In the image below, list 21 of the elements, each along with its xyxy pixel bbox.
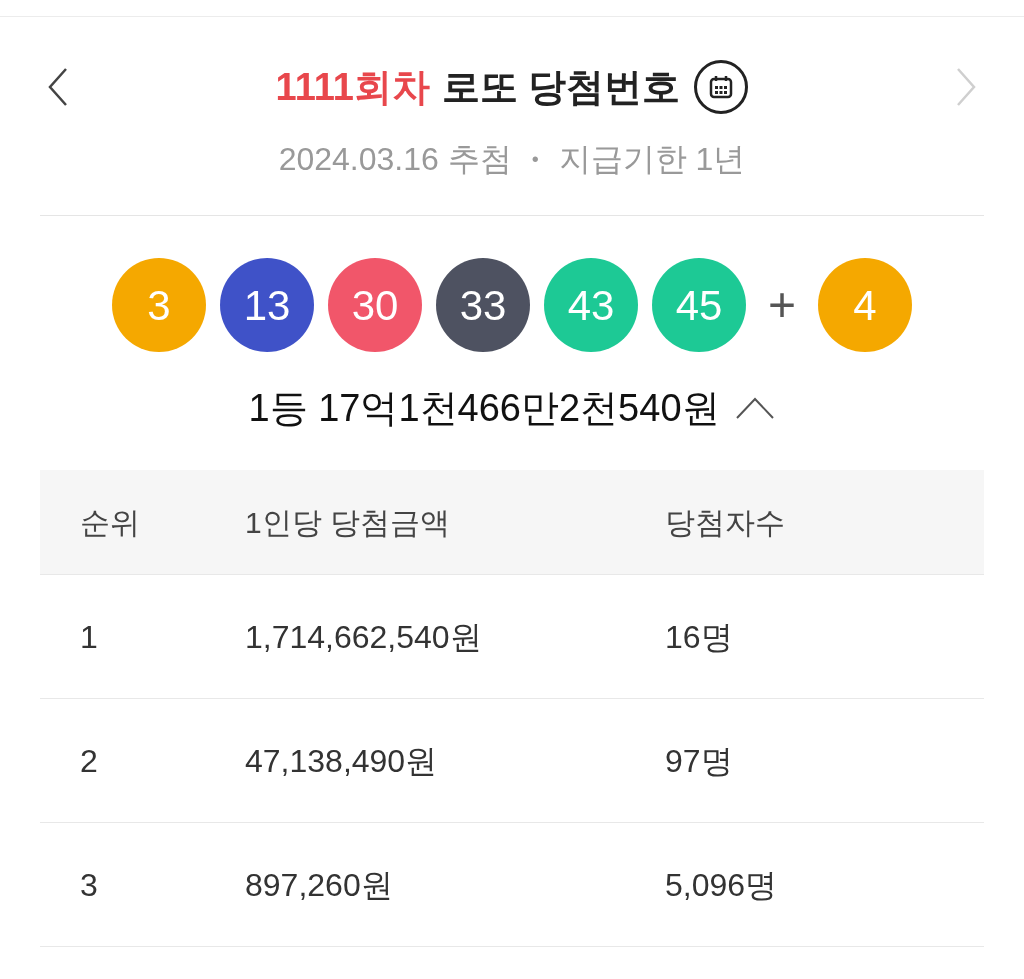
first-prize-amount: 1등 17억1천466만2천540원 xyxy=(248,385,720,431)
draw-date: 2024.03.16 추첨 xyxy=(278,140,512,179)
table-cell: 5,096명 xyxy=(665,866,778,903)
column-header: 당첨자수 xyxy=(665,505,785,539)
table-cell: 16명 xyxy=(665,618,733,655)
round-number: 1111회차 xyxy=(275,64,430,110)
page-title: 로또 당첨번호 xyxy=(441,64,681,110)
payment-deadline: 지급기한 1년 xyxy=(558,140,746,179)
table-cell: 47,138,490원 xyxy=(245,742,438,779)
table-cell: 97명 xyxy=(665,742,733,779)
calendar-button[interactable] xyxy=(694,60,749,114)
calendar-icon xyxy=(709,75,734,99)
table-cell: 1 xyxy=(80,618,98,655)
separator-dot: • xyxy=(531,147,539,172)
table-cell: 3 xyxy=(80,866,98,903)
plus-sign: + xyxy=(767,277,797,333)
column-header: 순위 xyxy=(80,505,140,539)
table-cell: 1,714,662,540원 xyxy=(245,618,482,655)
table-cell: 897,260원 xyxy=(245,866,393,903)
column-header: 1인당 당첨금액 xyxy=(245,505,451,539)
table-cell: 2 xyxy=(80,742,98,779)
